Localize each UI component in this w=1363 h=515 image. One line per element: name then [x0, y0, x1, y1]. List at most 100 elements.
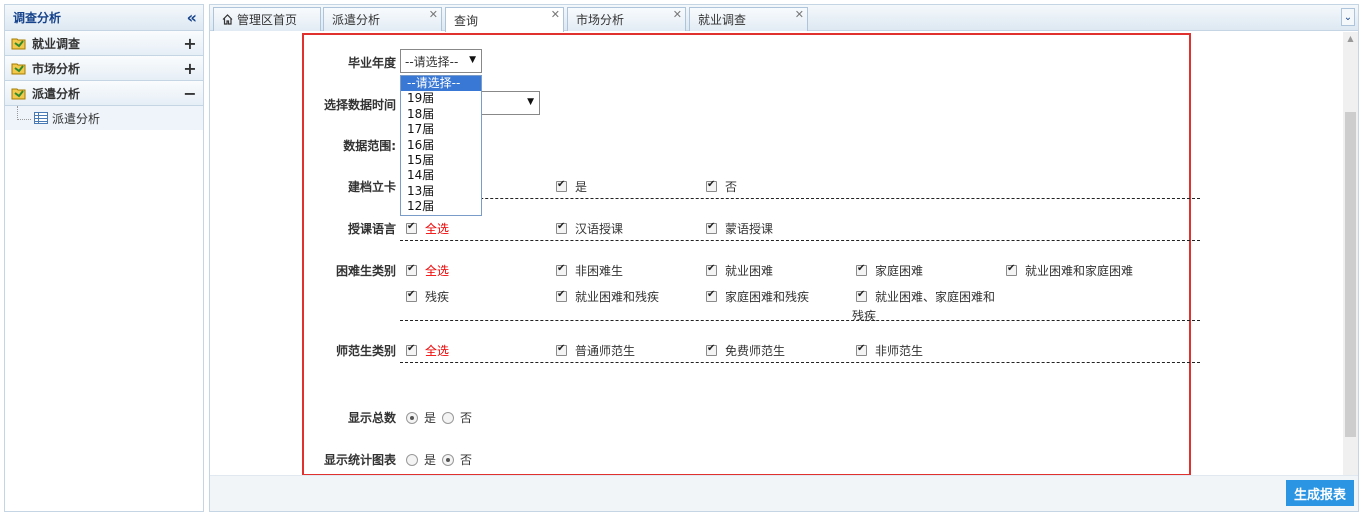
tree-line [17, 106, 31, 120]
check-icon [556, 179, 567, 192]
collapse-item-icon[interactable]: − [183, 84, 197, 103]
checkbox-label: 就业困难 [725, 264, 774, 278]
sidebar-item-label: 就业调查 [32, 36, 81, 51]
difficulty-disabled-checkbox[interactable]: 残疾 [406, 288, 449, 305]
dropdown-option[interactable]: 12届 [401, 199, 481, 214]
checkbox-label: 就业困难、家庭困难和 [875, 290, 996, 304]
check-icon [856, 263, 867, 276]
divider [400, 240, 1200, 241]
checkbox-label: 免费师范生 [725, 344, 786, 358]
divider [400, 362, 1200, 363]
grad-year-label: 毕业年度 [347, 56, 396, 70]
show-chart-radio-group: 是 否 [406, 451, 478, 468]
check-icon [706, 221, 717, 234]
archive-label: 建档立卡 [347, 180, 396, 194]
check-icon [556, 343, 567, 356]
difficulty-employment-family-checkbox[interactable]: 就业困难和家庭困难 [1006, 262, 1133, 279]
show-chart-no-radio[interactable] [442, 453, 455, 466]
sidebar: 调查分析 « 就业调查 + 市场分析 + 派遣分析 − 派遣分析 [4, 4, 204, 512]
close-icon[interactable]: ✕ [673, 8, 682, 21]
tab-market-analysis[interactable]: 市场分析 ✕ [567, 7, 686, 31]
show-total-yes-radio[interactable] [406, 411, 418, 424]
grad-year-dropdown[interactable]: --请选择-- 19届 18届 17届 16届 15届 14届 13届 12届 [400, 75, 482, 216]
close-icon[interactable]: ✕ [795, 8, 804, 21]
chevron-down-icon: ▼ [527, 97, 534, 107]
checkbox-label: 就业困难和家庭困难 [1025, 264, 1134, 278]
tab-dispatch-analysis[interactable]: 派遣分析 ✕ [323, 7, 442, 31]
checkbox-label: 非师范生 [875, 344, 924, 358]
dropdown-option[interactable]: 15届 [401, 153, 481, 168]
checkbox-label: 残疾 [425, 290, 450, 304]
tab-query[interactable]: 查询 ✕ [445, 7, 564, 32]
show-chart-label: 显示统计图表 [323, 453, 396, 467]
check-icon [856, 289, 867, 302]
checkbox-label: 蒙语授课 [725, 222, 774, 236]
sidebar-subitem-dispatch-analysis[interactable]: 派遣分析 [5, 106, 203, 130]
scrollbar-thumb[interactable] [1345, 112, 1356, 437]
show-total-no-radio[interactable] [442, 411, 455, 424]
check-icon [406, 263, 417, 276]
close-icon[interactable]: ✕ [551, 8, 560, 21]
check-icon [556, 289, 567, 302]
folder-icon [11, 36, 27, 50]
language-all-checkbox[interactable]: 全选 [406, 220, 449, 237]
expand-icon[interactable]: + [183, 34, 197, 53]
dropdown-option[interactable]: 16届 [401, 138, 481, 153]
dropdown-option[interactable]: --请选择-- [401, 76, 481, 92]
dropdown-option[interactable]: 18届 [401, 107, 481, 122]
sidebar-subitem-label: 派遣分析 [52, 111, 101, 126]
dropdown-option[interactable]: 13届 [401, 184, 481, 199]
difficulty-family-checkbox[interactable]: 家庭困难 [856, 262, 923, 279]
language-mongolian-checkbox[interactable]: 蒙语授课 [706, 220, 773, 237]
sidebar-item-label: 派遣分析 [32, 86, 81, 101]
chevron-down-icon[interactable]: ⌄ [1341, 8, 1355, 26]
sidebar-title: 调查分析 [13, 11, 62, 25]
checkbox-label: 全选 [425, 344, 450, 358]
grad-year-select[interactable]: --请选择-- ▼ [400, 49, 482, 73]
show-chart-yes-radio[interactable] [406, 453, 418, 466]
normal-regular-checkbox[interactable]: 普通师范生 [556, 342, 635, 359]
sidebar-item-employment-survey[interactable]: 就业调查 + [5, 31, 203, 56]
checkbox-label: 普通师范生 [575, 344, 636, 358]
difficulty-none-checkbox[interactable]: 非困难生 [556, 262, 623, 279]
sidebar-item-label: 市场分析 [32, 61, 81, 76]
expand-icon[interactable]: + [183, 59, 197, 78]
query-form: 毕业年度 --请选择-- ▼ --请选择-- 19届 18届 17届 16届 1… [302, 33, 1200, 475]
normal-all-checkbox[interactable]: 全选 [406, 342, 449, 359]
check-icon [706, 343, 717, 356]
divider [400, 198, 1200, 199]
tab-label: 查询 [454, 13, 479, 28]
dropdown-option[interactable]: 17届 [401, 122, 481, 137]
language-chinese-checkbox[interactable]: 汉语授课 [556, 220, 623, 237]
archive-yes-checkbox[interactable]: 是 [556, 178, 587, 195]
archive-no-checkbox[interactable]: 否 [706, 178, 737, 195]
home-icon [222, 14, 233, 25]
scroll-up-icon[interactable]: ▲ [1343, 32, 1358, 46]
difficulty-all-checkbox[interactable]: 全选 [406, 262, 449, 279]
close-icon[interactable]: ✕ [429, 8, 438, 21]
checkbox-label: 家庭困难 [875, 264, 924, 278]
vertical-scrollbar[interactable]: ▲ [1343, 32, 1358, 475]
collapse-icon[interactable]: « [187, 8, 197, 27]
checkbox-label: 汉语授课 [575, 222, 624, 236]
normal-free-checkbox[interactable]: 免费师范生 [706, 342, 785, 359]
difficulty-employment-disabled-checkbox[interactable]: 就业困难和残疾 [556, 288, 659, 305]
language-label: 授课语言 [347, 222, 396, 236]
generate-report-button[interactable]: 生成报表 [1285, 480, 1354, 506]
radio-label: 是 [424, 411, 437, 425]
sidebar-item-market-analysis[interactable]: 市场分析 + [5, 56, 203, 81]
normal-label: 师范生类别 [335, 344, 396, 358]
normal-non-checkbox[interactable]: 非师范生 [856, 342, 923, 359]
table-icon [34, 112, 48, 124]
tab-employment-survey[interactable]: 就业调查 ✕ [689, 7, 808, 31]
difficulty-family-disabled-checkbox[interactable]: 家庭困难和残疾 [706, 288, 809, 305]
difficulty-all-three-checkbox[interactable]: 就业困难、家庭困难和 [856, 288, 995, 305]
show-total-radio-group: 是 否 [406, 409, 478, 426]
dropdown-option[interactable]: 19届 [401, 91, 481, 106]
tab-home[interactable]: 管理区首页 [213, 7, 321, 31]
sidebar-item-dispatch-analysis[interactable]: 派遣分析 − [5, 81, 203, 106]
chevron-down-icon: ▼ [469, 55, 476, 65]
difficulty-employment-checkbox[interactable]: 就业困难 [706, 262, 773, 279]
checkbox-label: 家庭困难和残疾 [725, 290, 810, 304]
dropdown-option[interactable]: 14届 [401, 168, 481, 183]
